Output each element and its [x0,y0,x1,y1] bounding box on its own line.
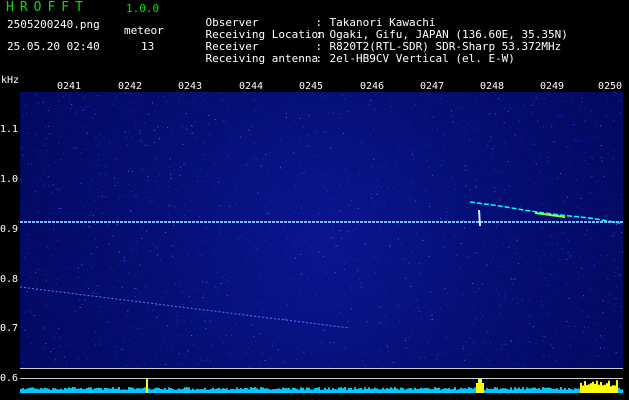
timestamp: 25.05.20 02:40 [7,40,100,53]
noise-texture [20,92,623,369]
app-version: 1.0.0 [126,2,160,15]
time-tick: 0242 [118,81,143,92]
divider-line-upper [20,368,623,369]
meteor-blip [478,209,481,227]
hrofft-window: HROFFT 1.0.0 2505200240.png meteor 25.05… [0,0,629,400]
antenna-row: Receiving antenna: 2el-HB9CV Vertical (el… [179,41,515,77]
freq-tick: 1.0 [0,174,19,185]
freq-tick: 0.6 [0,373,19,384]
spectrogram-canvas [20,92,623,393]
file-name: 2505200240.png [7,18,100,31]
spectrogram-plot [20,92,623,393]
antenna-value: 2el-HB9CV Vertical (el. E-W) [329,52,515,65]
time-tick: 0250 [598,81,623,92]
meteor-count: 13 [141,40,155,53]
freq-tick: 0.7 [0,323,19,334]
freq-tick: 0.8 [0,274,19,285]
time-tick: 0244 [239,81,264,92]
meteor-trace [469,201,621,224]
time-tick: 0246 [360,81,385,92]
time-tick: 0247 [420,81,445,92]
time-tick: 0241 [57,81,82,92]
frequency-unit-label: kHz [1,75,20,86]
freq-tick: 0.9 [0,224,19,235]
app-name: HROFFT [6,0,89,15]
separator: : [315,52,323,65]
time-tick: 0248 [480,81,505,92]
divider-line-lower [20,378,623,379]
antenna-label: Receiving antenna [205,52,319,65]
freq-tick: 1.1 [0,124,19,135]
drift-trace [20,286,351,329]
meteor-label: meteor [124,24,164,37]
time-tick: 0249 [540,81,565,92]
time-tick: 0245 [299,81,324,92]
time-tick: 0243 [178,81,203,92]
